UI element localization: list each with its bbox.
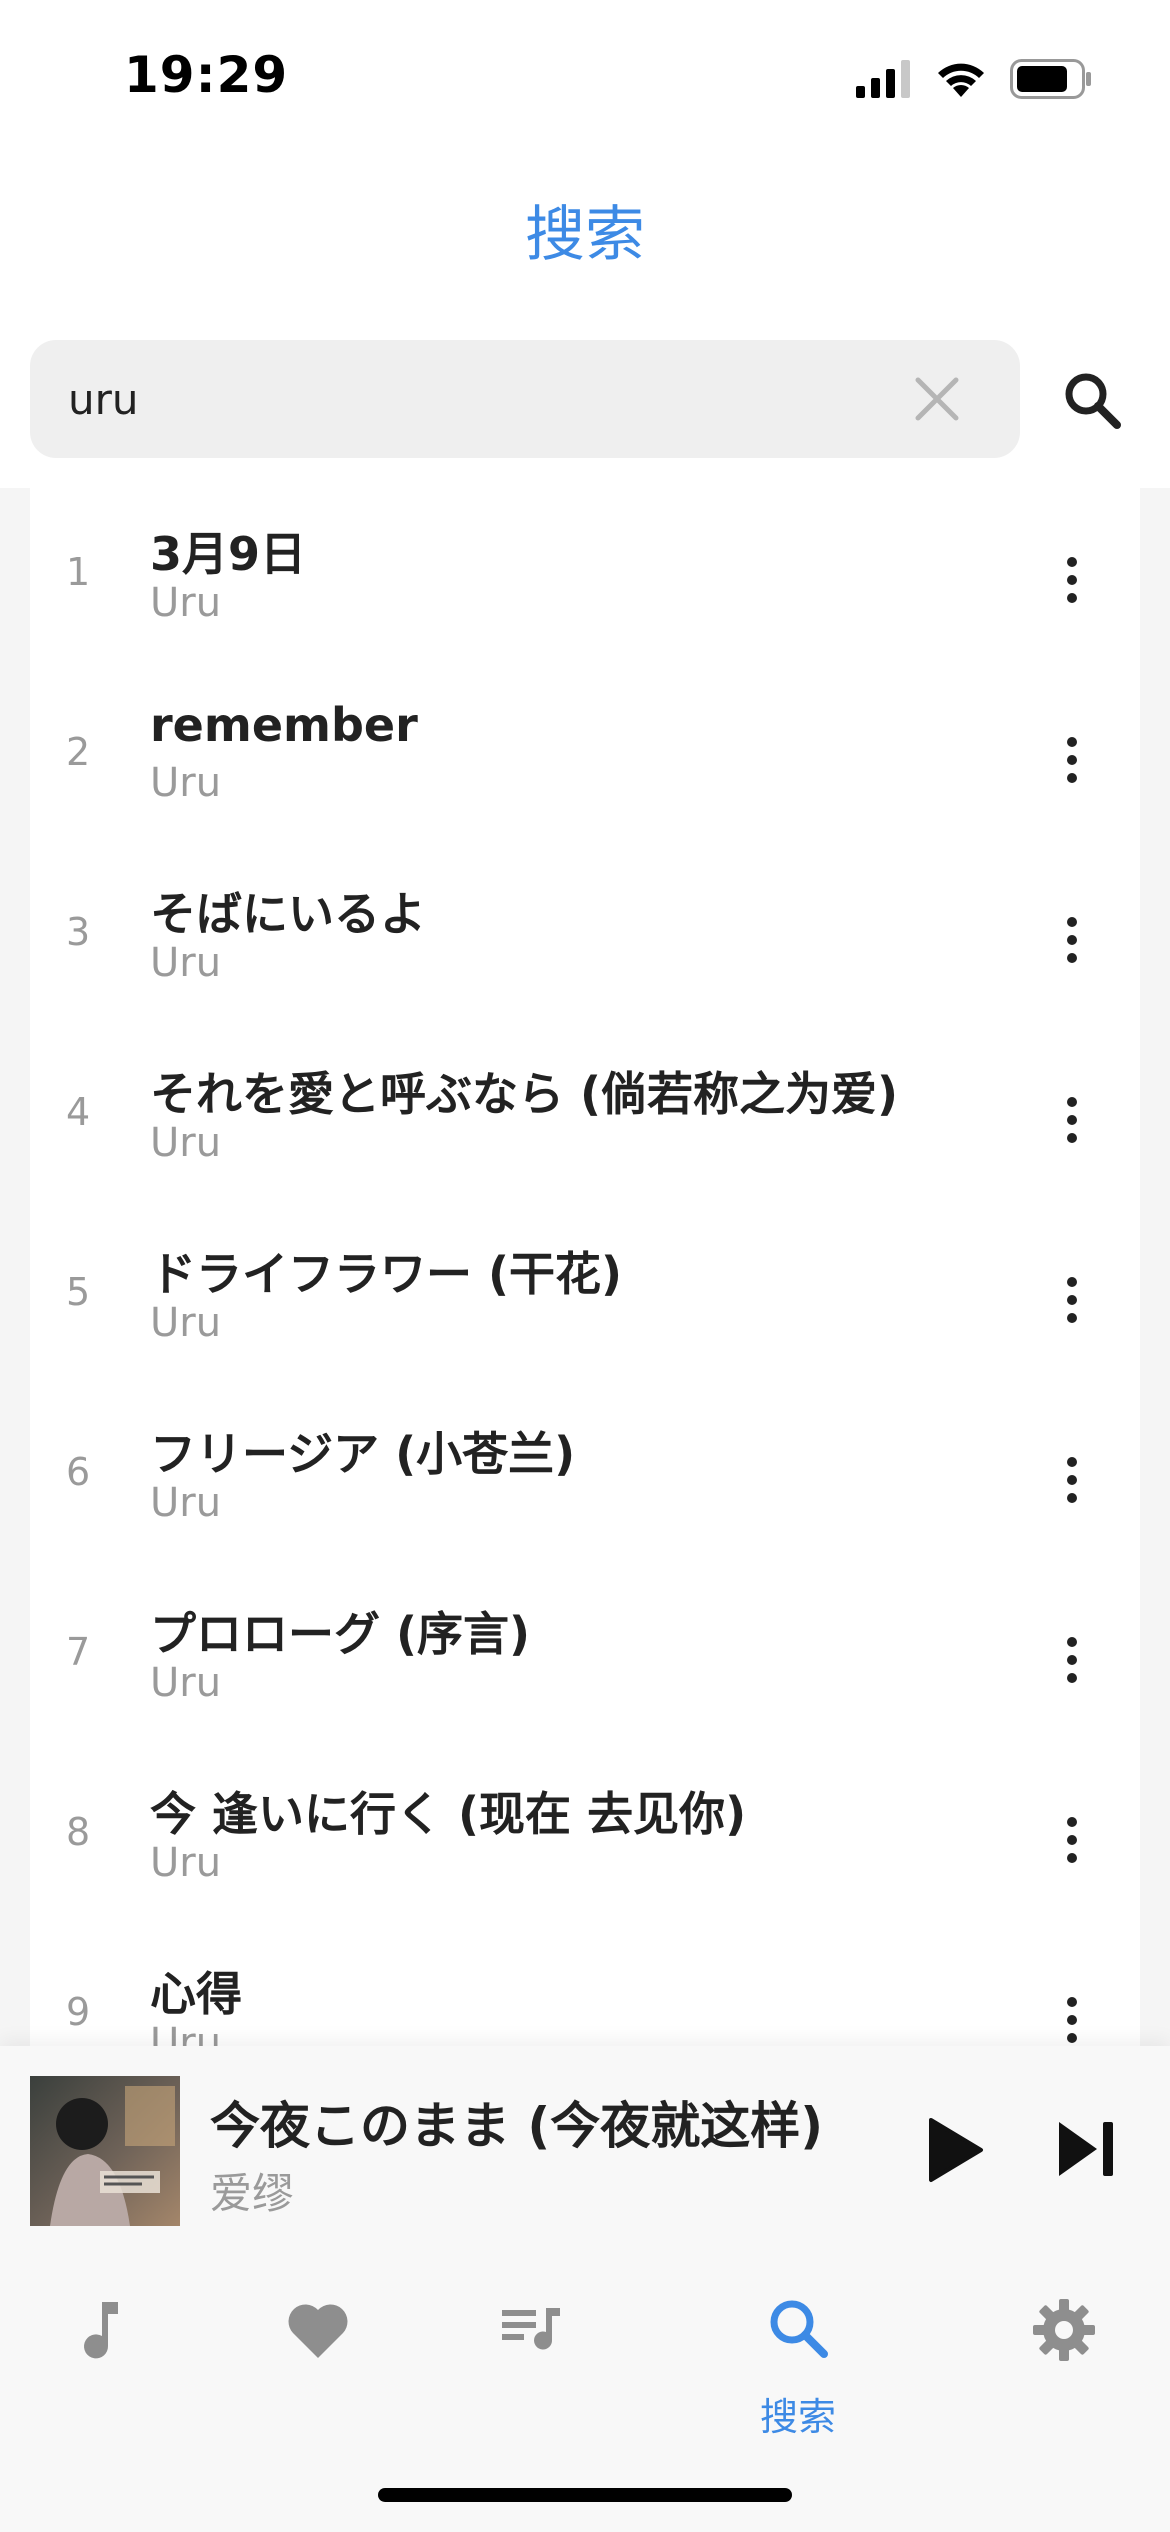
track-number: 7: [66, 1630, 91, 1674]
status-time: 19:29: [124, 46, 289, 104]
track-title: 今 逢いに行く (现在 去见你): [150, 1787, 747, 1841]
list-item[interactable]: 4 それを愛と呼ぶなら (倘若称之为爱) Uru: [30, 1028, 1140, 1208]
track-title: ドライフラワー (干花): [150, 1247, 623, 1301]
list-item[interactable]: 3 そばにいるよ Uru: [30, 848, 1140, 1028]
track-number: 5: [66, 1270, 91, 1314]
status-icons: [856, 56, 1092, 102]
track-title: プロローグ (序言): [150, 1607, 531, 1661]
track-number: 3: [66, 910, 91, 954]
search-input[interactable]: [68, 340, 888, 458]
more-options-icon[interactable]: [1052, 1454, 1092, 1506]
tab-settings[interactable]: [964, 2276, 1164, 2416]
mini-player[interactable]: 今夜このまま (今夜就这样) 爱缪: [0, 2046, 1170, 2246]
list-item[interactable]: 7 プロローグ (序言) Uru: [30, 1568, 1140, 1748]
wifi-icon: [938, 63, 984, 97]
track-title: そばにいるよ: [150, 887, 426, 941]
search-box: [30, 340, 1020, 458]
more-options-icon[interactable]: [1052, 734, 1092, 786]
track-title: フリージア (小苍兰): [150, 1427, 576, 1481]
track-artist: Uru: [150, 760, 222, 806]
track-number: 9: [66, 1990, 91, 2034]
tab-favorites[interactable]: [218, 2276, 418, 2416]
cellular-signal-icon: [856, 60, 910, 98]
more-options-icon[interactable]: [1052, 914, 1092, 966]
track-artist: Uru: [150, 1300, 222, 1346]
tab-search[interactable]: 搜索: [698, 2276, 898, 2439]
gear-icon: [1033, 2299, 1095, 2361]
track-artist: Uru: [150, 1840, 222, 1886]
track-artist: Uru: [150, 940, 222, 986]
more-options-icon[interactable]: [1052, 1994, 1092, 2046]
track-title: それを愛と呼ぶなら (倘若称之为爱): [150, 1067, 899, 1121]
track-artist: Uru: [150, 580, 222, 626]
home-indicator: [378, 2488, 792, 2502]
heart-icon: [288, 2304, 348, 2358]
search-icon: [770, 2300, 828, 2358]
battery-icon: [1010, 59, 1091, 99]
now-playing-artist: 爱缪: [210, 2169, 295, 2218]
track-number: 6: [66, 1450, 91, 1494]
next-track-button[interactable]: [1055, 2118, 1117, 2180]
more-options-icon[interactable]: [1052, 1094, 1092, 1146]
track-title: 3月9日: [150, 527, 307, 581]
now-playing-title: 今夜このまま (今夜就这样): [210, 2097, 824, 2155]
track-artist: Uru: [150, 1660, 222, 1706]
track-number: 8: [66, 1810, 91, 1854]
list-item[interactable]: 1 3月9日 Uru: [30, 488, 1140, 668]
more-options-icon[interactable]: [1052, 554, 1092, 606]
track-number: 2: [66, 730, 91, 774]
track-number: 1: [66, 550, 91, 594]
track-artist: Uru: [150, 1120, 222, 1166]
more-options-icon[interactable]: [1052, 1634, 1092, 1686]
track-number: 4: [66, 1090, 91, 1134]
list-item[interactable]: 6 フリージア (小苍兰) Uru: [30, 1388, 1140, 1568]
track-title: remember: [150, 698, 418, 752]
page-title: 搜索: [525, 200, 645, 270]
tab-songs[interactable]: [4, 2276, 204, 2416]
clear-search-button[interactable]: [910, 372, 964, 426]
tab-label: 搜索: [759, 2395, 836, 2439]
music-note-icon: [84, 2302, 118, 2359]
track-artist: Uru: [150, 1480, 222, 1526]
tab-playlists[interactable]: [432, 2276, 632, 2416]
search-results-list: 1 3月9日 Uru 2 remember Uru 3 そばにいるよ Uru 4…: [30, 488, 1140, 2046]
status-bar: 19:29: [0, 0, 1170, 150]
album-art[interactable]: [30, 2076, 180, 2226]
list-item[interactable]: 9 心得 Uru: [30, 1928, 1140, 2046]
more-options-icon[interactable]: [1052, 1814, 1092, 1866]
search-row: [30, 340, 1140, 458]
search-button[interactable]: [1060, 368, 1124, 432]
list-item[interactable]: 2 remember Uru: [30, 668, 1140, 848]
track-title: 心得: [150, 1967, 242, 2021]
track-artist: Uru: [150, 2020, 222, 2046]
list-item[interactable]: 8 今 逢いに行く (现在 去见你) Uru: [30, 1748, 1140, 1928]
list-item[interactable]: 5 ドライフラワー (干花) Uru: [30, 1208, 1140, 1388]
more-options-icon[interactable]: [1052, 1274, 1092, 1326]
play-button[interactable]: [925, 2116, 985, 2184]
playlist-icon: [502, 2308, 560, 2350]
